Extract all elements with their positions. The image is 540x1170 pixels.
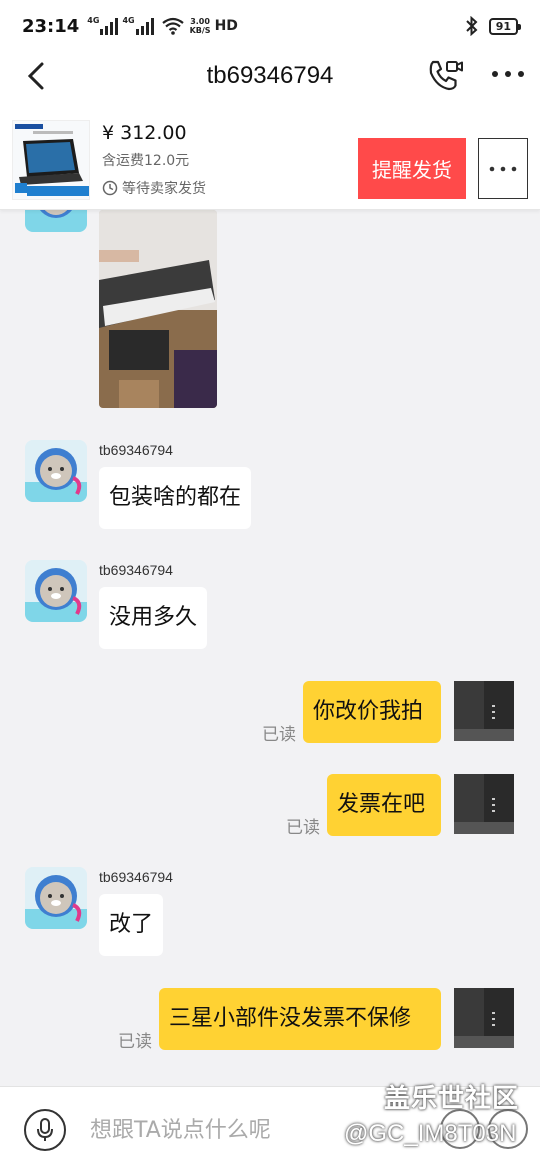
signal-icon-2 xyxy=(135,17,154,35)
contact-avatar[interactable] xyxy=(25,560,87,622)
my-avatar[interactable] xyxy=(454,774,514,834)
contact-avatar[interactable] xyxy=(25,867,87,929)
avatar-device-image xyxy=(454,988,514,1048)
order-status: 等待卖家发货 xyxy=(102,178,206,198)
sender-name: tb69346794 xyxy=(99,562,173,578)
shipping-fee: 含运费12.0元 xyxy=(102,153,190,169)
avatar-device-image xyxy=(454,681,514,741)
read-receipt: 已读 xyxy=(286,818,320,838)
microphone-icon xyxy=(37,1118,53,1141)
read-receipt: 已读 xyxy=(118,1032,152,1052)
more-dots-icon[interactable] xyxy=(490,68,526,80)
avatar-cat-image xyxy=(25,210,87,232)
battery-indicator: 91 xyxy=(488,17,522,35)
network-speed: 3.00 KB/S xyxy=(190,17,211,35)
speed-unit: KB/S xyxy=(189,26,211,35)
more-dots-icon xyxy=(489,166,517,171)
message-bubble-incoming[interactable]: 改了 xyxy=(99,894,164,956)
wifi-icon xyxy=(161,17,184,35)
message-bubble-outgoing[interactable]: 三星小部件没发票不保修 xyxy=(159,988,441,1050)
message-list[interactable]: tb69346794 包装啥的都在 tb69346794 没用多久 已读 你改价… xyxy=(0,210,540,1086)
order-more-button[interactable] xyxy=(478,138,528,199)
sender-name: tb69346794 xyxy=(99,442,173,458)
avatar-cat-image xyxy=(25,560,87,622)
watermark-title: 盖乐世社区 xyxy=(384,1084,520,1114)
phone-video-icon[interactable] xyxy=(425,56,465,96)
tablet-product-image xyxy=(13,121,89,199)
remind-ship-button[interactable]: 提醒发货 xyxy=(358,138,466,199)
voice-button[interactable] xyxy=(24,1109,66,1151)
signal-icon xyxy=(100,17,119,35)
sender-name: tb69346794 xyxy=(99,869,173,885)
order-price: ¥ 312.00 xyxy=(102,122,187,144)
status-bar: 23:14 4G 4G 3.00 KB/S HD 91 xyxy=(0,0,540,52)
network-label-1: 4G xyxy=(87,15,100,25)
received-photo xyxy=(99,210,217,408)
clock-icon xyxy=(102,180,118,196)
order-summary: ¥ 312.00 含运费12.0元 等待卖家发货 提醒发货 xyxy=(0,102,540,210)
message-bubble-outgoing[interactable]: 发票在吧 xyxy=(327,774,441,836)
speed-value: 3.00 xyxy=(190,17,210,26)
read-receipt: 已读 xyxy=(262,725,296,745)
avatar-device-image xyxy=(454,774,514,834)
message-input[interactable] xyxy=(90,1111,360,1149)
contact-avatar[interactable] xyxy=(25,210,87,232)
message-bubble-incoming[interactable]: 没用多久 xyxy=(99,587,208,649)
product-thumbnail[interactable] xyxy=(12,120,90,200)
avatar-cat-image xyxy=(25,867,87,929)
order-status-text: 等待卖家发货 xyxy=(122,181,206,197)
watermark-handle: @GC_IM8T03N xyxy=(344,1120,517,1147)
bluetooth-icon xyxy=(465,16,478,36)
avatar-cat-image xyxy=(25,440,87,502)
message-bubble-incoming[interactable]: 包装啥的都在 xyxy=(99,467,252,529)
hd-indicator: HD xyxy=(214,18,238,34)
status-time: 23:14 xyxy=(22,15,80,37)
network-label-2: 4G xyxy=(122,15,135,25)
contact-avatar[interactable] xyxy=(25,440,87,502)
my-avatar[interactable] xyxy=(454,988,514,1048)
my-avatar[interactable] xyxy=(454,681,514,741)
chat-header: tb69346794 xyxy=(0,52,540,102)
image-message[interactable] xyxy=(99,210,217,408)
message-bubble-outgoing[interactable]: 你改价我拍 xyxy=(303,681,441,743)
